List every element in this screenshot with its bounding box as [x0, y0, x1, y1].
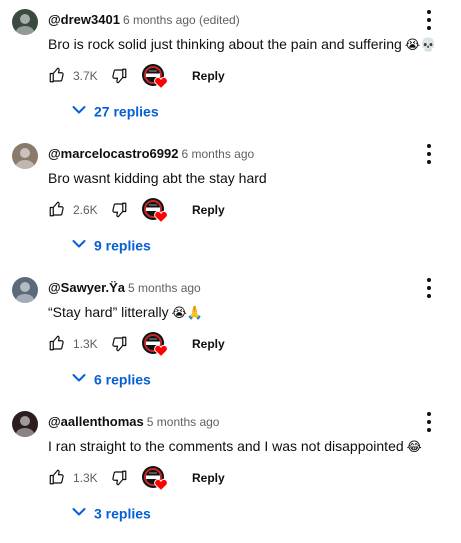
kebab-menu-icon[interactable]: [420, 143, 438, 165]
avatar[interactable]: [12, 9, 38, 35]
chevron-down-icon: [72, 106, 86, 114]
comment-timestamp[interactable]: 5 months ago: [147, 415, 220, 429]
replies-count-label: 6 replies: [94, 371, 151, 388]
creator-heart-icon: [142, 198, 168, 224]
view-replies-button[interactable]: 9 replies: [72, 236, 151, 258]
comment-emojis: 😭🙏: [171, 305, 203, 320]
comment-thread: @Sawyer.Ÿa 5 months ago “Stay hard” litte…: [0, 268, 461, 402]
replies-count-label: 27 replies: [94, 103, 159, 120]
comment-emojis: 😂: [406, 439, 422, 454]
comment-thread: @marcelocastro6992 6 months ago Bro wasnt…: [0, 134, 461, 268]
replies-count-label: 9 replies: [94, 237, 151, 254]
author-name[interactable]: @Sawyer.Ÿa: [48, 280, 125, 295]
comment-body: Bro wasnt kidding abt the stay hard: [48, 170, 267, 186]
view-replies-button[interactable]: 27 replies: [72, 102, 159, 124]
comment-actions: 1.3K Reply: [48, 332, 308, 358]
comment-text: Bro is rock solid just thinking about th…: [48, 34, 436, 55]
comment-thread: @drew3401 6 months ago (edited) Bro is ro…: [0, 0, 461, 134]
comment-header: @marcelocastro6992 6 months ago: [48, 146, 254, 162]
thumbs-down-icon[interactable]: [110, 469, 128, 487]
thumbs-up-icon[interactable]: [48, 200, 66, 218]
kebab-menu-icon[interactable]: [420, 411, 438, 433]
reply-button[interactable]: Reply: [192, 337, 225, 351]
author-name[interactable]: @aallenthomas: [48, 414, 144, 429]
avatar[interactable]: [12, 277, 38, 303]
thumbs-up-icon[interactable]: [48, 334, 66, 352]
reply-button[interactable]: Reply: [192, 203, 225, 217]
comment-text: I ran straight to the comments and I was…: [48, 436, 422, 457]
like-count: 1.3K: [73, 337, 98, 351]
avatar[interactable]: [12, 411, 38, 437]
thumbs-up-icon[interactable]: [48, 66, 66, 84]
comment-body: I ran straight to the comments and I was…: [48, 438, 404, 454]
comment-timestamp[interactable]: 5 months ago: [128, 281, 201, 295]
reply-button[interactable]: Reply: [192, 471, 225, 485]
kebab-menu-icon[interactable]: [420, 9, 438, 31]
creator-heart-icon: [142, 332, 168, 358]
thumbs-up-icon[interactable]: [48, 468, 66, 486]
view-replies-button[interactable]: 3 replies: [72, 504, 151, 526]
author-name[interactable]: @marcelocastro6992: [48, 146, 178, 161]
chevron-down-icon: [72, 374, 86, 382]
comment-timestamp[interactable]: 6 months ago (edited): [123, 13, 240, 27]
avatar[interactable]: [12, 143, 38, 169]
comment-emojis: 😭💀: [404, 37, 437, 52]
author-name[interactable]: @drew3401: [48, 12, 120, 27]
comment-header: @Sawyer.Ÿa 5 months ago: [48, 280, 201, 296]
comment-thread: @aallenthomas 5 months ago I ran straight…: [0, 402, 461, 536]
thumbs-down-icon[interactable]: [110, 67, 128, 85]
thumbs-down-icon[interactable]: [110, 201, 128, 219]
comment-actions: 2.6K Reply: [48, 198, 308, 224]
comment-text: “Stay hard” litterally 😭🙏: [48, 302, 203, 323]
replies-count-label: 3 replies: [94, 505, 151, 522]
reply-button[interactable]: Reply: [192, 69, 225, 83]
like-count: 1.3K: [73, 471, 98, 485]
like-count: 3.7K: [73, 69, 98, 83]
comment-timestamp[interactable]: 6 months ago: [181, 147, 254, 161]
view-replies-button[interactable]: 6 replies: [72, 370, 151, 392]
comment-text: Bro wasnt kidding abt the stay hard: [48, 168, 270, 189]
chevron-down-icon: [72, 508, 86, 516]
creator-heart-icon: [142, 64, 168, 90]
comment-body: “Stay hard” litterally: [48, 304, 169, 320]
comment-actions: 1.3K Reply: [48, 466, 308, 492]
comment-body: Bro is rock solid just thinking about th…: [48, 36, 402, 52]
kebab-menu-icon[interactable]: [420, 277, 438, 299]
thumbs-down-icon[interactable]: [110, 335, 128, 353]
comment-header: @drew3401 6 months ago (edited): [48, 12, 240, 28]
like-count: 2.6K: [73, 203, 98, 217]
comment-header: @aallenthomas 5 months ago: [48, 414, 219, 430]
chevron-down-icon: [72, 240, 86, 248]
creator-heart-icon: [142, 466, 168, 492]
comment-actions: 3.7K Reply: [48, 64, 308, 90]
